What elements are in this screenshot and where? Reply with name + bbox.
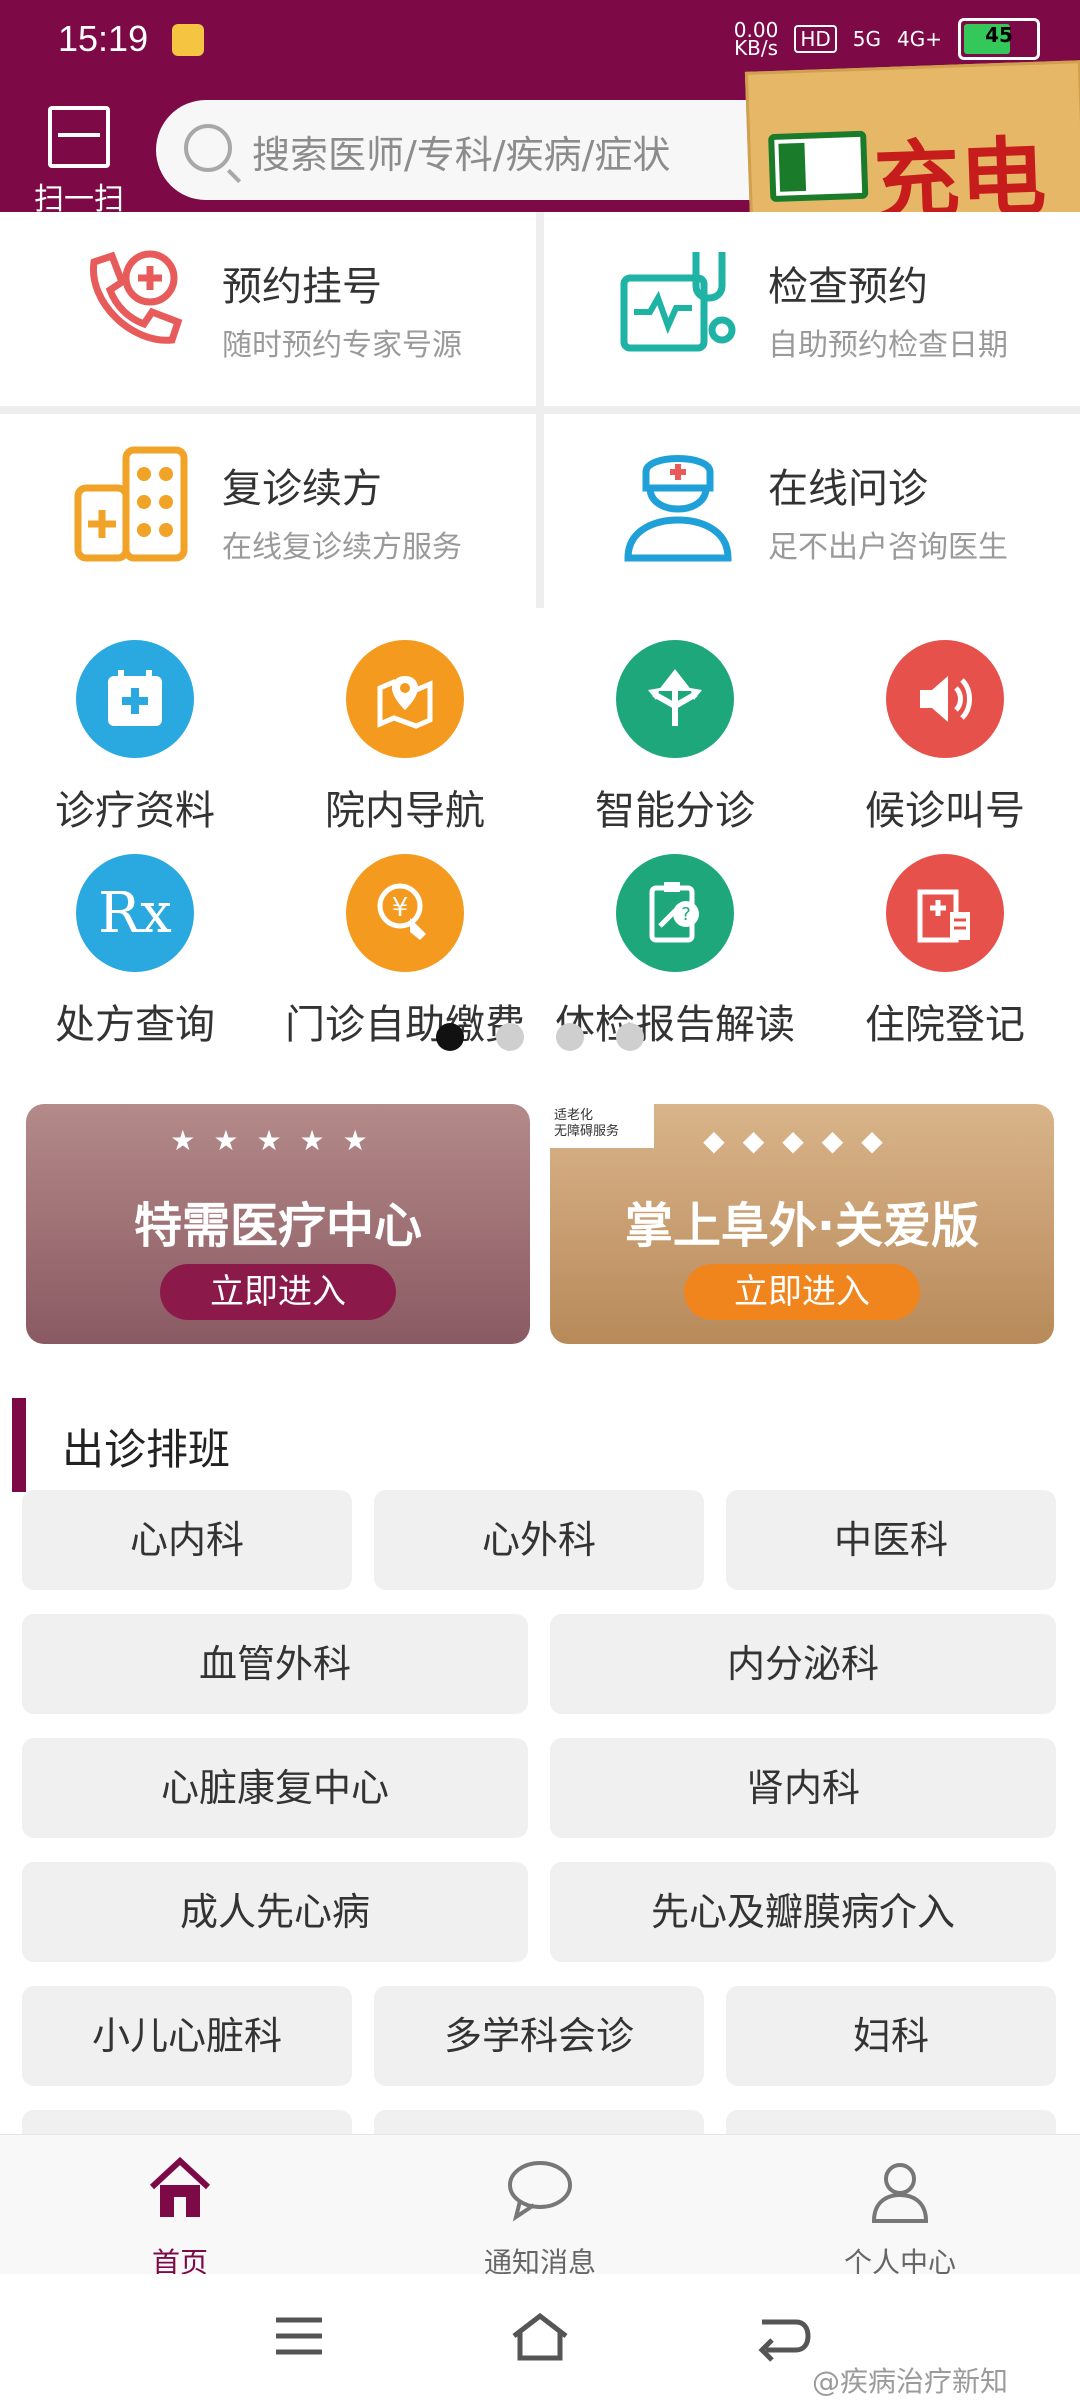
quick-action-item[interactable]: 诊疗资料	[0, 620, 270, 840]
quick-action-item[interactable]: Rx 处方查询	[0, 834, 270, 1054]
feature-subtitle: 足不出户咨询医生	[768, 530, 1008, 565]
battery-sticker-icon	[768, 130, 869, 203]
department-button[interactable]: 血管外科	[22, 1614, 528, 1714]
department-button[interactable]: 先心及瓣膜病介入	[550, 1862, 1056, 1962]
quick-action-item[interactable]: 住院登记	[810, 834, 1080, 1054]
network-speed: 0.00 KB/s	[733, 18, 779, 60]
weibo-icon	[172, 24, 204, 56]
speaker-icon	[886, 640, 1004, 758]
status-icons: 0.00 KB/s HD 5G 4G+ 45	[734, 18, 1040, 60]
svg-text:?: ?	[681, 904, 691, 925]
banner-elder-version[interactable]: 适老化 无障碍服务 ◆◆◆◆◆ 掌上阜外·关爱版 立即进入	[550, 1104, 1054, 1344]
split-arrows-icon	[616, 640, 734, 758]
section-accent-bar	[12, 1398, 26, 1492]
hospital-building-icon	[886, 854, 1004, 972]
department-button[interactable]: 多学科会诊	[374, 1986, 704, 2086]
feature-card-consult[interactable]: 在线问诊 足不出户咨询医生	[544, 414, 1080, 608]
feature-subtitle: 自助预约检查日期	[768, 328, 1008, 363]
rx-icon: Rx	[76, 854, 194, 972]
hd-icon: HD	[794, 25, 837, 53]
banner-title: 掌上阜外·关爱版	[624, 1198, 980, 1254]
status-time: 15:19	[58, 18, 149, 59]
watermark-text: @疾病治疗新知	[812, 2365, 1009, 2398]
department-button[interactable]: 小儿心脏科	[22, 1986, 352, 2086]
department-button[interactable]: 妇科	[726, 1986, 1056, 2086]
department-button[interactable]: 内分泌科	[550, 1614, 1056, 1714]
page-dot[interactable]	[496, 1023, 524, 1051]
stars-decoration: ★★★★★	[170, 1124, 386, 1157]
banner-special-care[interactable]: ★★★★★ 特需医疗中心 立即进入	[26, 1104, 530, 1344]
medicine-icon	[72, 444, 192, 564]
feature-subtitle: 在线复诊续方服务	[222, 530, 462, 565]
quick-actions-grid: 诊疗资料 院内导航 智能分诊 候诊叫号 Rx 处方查询 ¥ 门诊自助缴费 ? 体…	[0, 608, 1080, 1078]
page-indicator	[0, 1023, 1080, 1051]
home-nav-icon[interactable]	[508, 2310, 572, 2368]
feature-card-exam[interactable]: 检查预约 自助预约检查日期	[544, 212, 1080, 406]
accessibility-tag-line1: 适老化	[554, 1108, 594, 1123]
page-dot-active[interactable]	[436, 1023, 464, 1051]
battery-level: 45	[985, 23, 1013, 47]
department-button[interactable]: 成人先心病	[22, 1862, 528, 1962]
tab-home[interactable]: 首页	[0, 2147, 360, 2279]
schedule-title: 出诊排班	[62, 1425, 231, 1474]
back-icon[interactable]	[756, 2312, 812, 2366]
signal-5g-icon: 5G	[852, 27, 882, 51]
user-icon	[864, 2155, 936, 2231]
feature-title: 复诊续方	[222, 466, 382, 512]
scan-icon	[48, 106, 110, 168]
department-button[interactable]: 心内科	[22, 1490, 352, 1590]
battery-icon: 45	[958, 18, 1040, 60]
menu-icon[interactable]	[272, 2314, 326, 2362]
signal-4g-icon: 4G+	[897, 27, 942, 51]
quick-action-item[interactable]: 候诊叫号	[810, 620, 1080, 840]
department-button[interactable]: 肾内科	[550, 1738, 1056, 1838]
banner-section: ★★★★★ 特需医疗中心 立即进入 适老化 无障碍服务 ◆◆◆◆◆ 掌上阜外·关…	[0, 1078, 1080, 1368]
quick-action-item[interactable]: ¥ 门诊自助缴费	[270, 834, 540, 1054]
feature-card-appointment[interactable]: 预约挂号 随时预约专家号源	[0, 212, 536, 406]
banner-title: 特需医疗中心	[133, 1198, 422, 1254]
quick-action-item[interactable]: ? 体检报告解读	[540, 834, 810, 1054]
quick-action-item[interactable]: 智能分诊	[540, 620, 810, 840]
home-icon	[144, 2153, 216, 2229]
banner-cta-button[interactable]: 立即进入	[160, 1264, 396, 1320]
page-dot[interactable]	[616, 1023, 644, 1051]
feature-card-refill[interactable]: 复诊续方 在线复诊续方服务	[0, 414, 536, 608]
quick-action-label: 智能分诊	[595, 788, 755, 834]
department-button[interactable]: 中医科	[726, 1490, 1056, 1590]
department-button[interactable]: 心外科	[374, 1490, 704, 1590]
calendar-cross-icon	[76, 640, 194, 758]
feature-title: 检查预约	[768, 264, 928, 310]
banner-cta-button[interactable]: 立即进入	[684, 1264, 920, 1320]
quick-action-label: 诊疗资料	[55, 788, 215, 834]
map-pin-icon	[346, 640, 464, 758]
feature-title: 预约挂号	[222, 264, 382, 310]
search-icon	[184, 124, 232, 172]
tab-notifications[interactable]: 通知消息	[360, 2147, 720, 2279]
search-placeholder: 搜索医师/专科/疾病/症状	[252, 133, 671, 177]
department-button-partial[interactable]	[374, 2110, 704, 2134]
svg-text:¥: ¥	[392, 893, 409, 923]
quick-action-label: 院内导航	[325, 788, 485, 834]
schedule-header: 出诊排班	[0, 1382, 1080, 1492]
chat-bubble-icon	[504, 2157, 576, 2227]
yen-coin-icon: ¥	[346, 854, 464, 972]
stethoscope-icon	[618, 242, 738, 362]
department-button[interactable]: 心脏康复中心	[22, 1738, 528, 1838]
page-dot[interactable]	[556, 1023, 584, 1051]
tab-profile[interactable]: 个人中心	[720, 2147, 1080, 2279]
quick-action-item[interactable]: 院内导航	[270, 620, 540, 840]
schedule-section: 出诊排班 心内科 心外科 中医科 血管外科 内分泌科 心脏康复中心 肾内科 成人…	[0, 1368, 1080, 2134]
feature-cards: 预约挂号 随时预约专家号源 检查预约 自助预约检查日期 复诊续方 在线复诊续方服…	[0, 212, 1080, 608]
scan-button[interactable]: 扫一扫	[24, 100, 134, 217]
diamond-decoration: ◆◆◆◆◆	[703, 1124, 901, 1157]
department-button-partial[interactable]	[22, 2110, 352, 2134]
phone-plus-icon	[72, 242, 192, 362]
doctor-icon	[618, 444, 738, 564]
bottom-tab-bar: 首页 通知消息 个人中心	[0, 2134, 1080, 2279]
feature-subtitle: 随时预约专家号源	[222, 328, 462, 363]
clipboard-question-icon: ?	[616, 854, 734, 972]
quick-action-label: 候诊叫号	[865, 788, 1025, 834]
department-button-partial[interactable]	[726, 2110, 1056, 2134]
feature-title: 在线问诊	[768, 466, 928, 512]
